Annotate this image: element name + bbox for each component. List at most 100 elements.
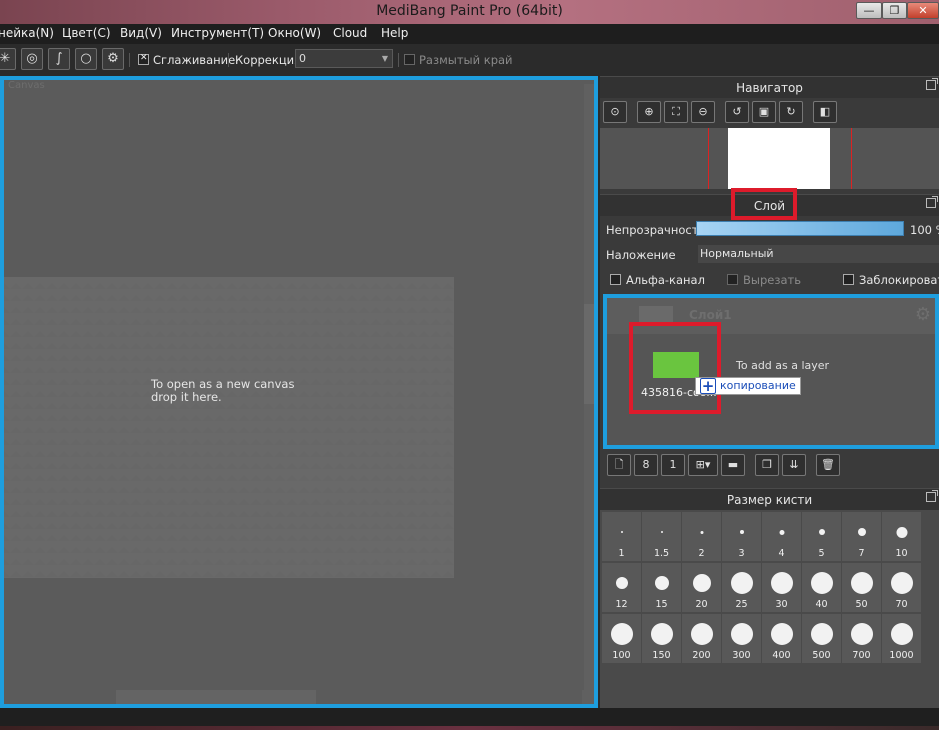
brush-size-cell[interactable]: 150 <box>642 614 681 663</box>
delete-layer-icon[interactable]: 🗑 <box>816 454 840 476</box>
brush-size-label: 40 <box>815 599 828 610</box>
rotate-left-icon[interactable]: ↺ <box>725 101 749 123</box>
brush-size-cell[interactable]: 7 <box>842 512 881 561</box>
brush-size-cell[interactable]: 500 <box>802 614 841 663</box>
brush-size-cell[interactable]: 25 <box>722 563 761 612</box>
brush-size-cell[interactable]: 400 <box>762 614 801 663</box>
concentric-icon[interactable]: ◎ <box>21 48 43 70</box>
navigator-title: Навигатор <box>736 81 803 95</box>
antialias-checkbox[interactable] <box>138 53 149 65</box>
blend-label: Наложение <box>606 248 676 262</box>
menu-item-help[interactable]: Help <box>381 26 408 40</box>
brush-size-panel-header: Размер кисти <box>600 488 939 510</box>
brush-size-cell[interactable]: 100 <box>602 614 641 663</box>
brush-size-dot <box>739 530 744 534</box>
brush-size-cell[interactable]: 5 <box>802 512 841 561</box>
opacity-slider[interactable] <box>696 221 904 236</box>
brush-size-cell[interactable]: 30 <box>762 563 801 612</box>
brush-size-cell[interactable]: 700 <box>842 614 881 663</box>
brush-size-cell[interactable]: 40 <box>802 563 841 612</box>
brush-size-label: 70 <box>895 599 908 610</box>
zoom-in-icon[interactable]: ⊕ <box>637 101 661 123</box>
brush-size-dot <box>857 528 866 536</box>
layer-name: Слой1 <box>689 308 732 322</box>
window-title: MediBang Paint Pro (64bit) <box>376 3 563 19</box>
canvas-drop-zone[interactable]: To open as a new canvas drop it here. <box>4 277 454 578</box>
brush-size-dot <box>770 572 793 594</box>
burst-icon[interactable]: ✳ <box>0 48 16 70</box>
clip-checkbox[interactable] <box>727 274 738 285</box>
brush-size-cell[interactable]: 200 <box>682 614 721 663</box>
brush-size-cell[interactable]: 15 <box>642 563 681 612</box>
menu-item-cloud[interactable]: Cloud <box>333 26 367 40</box>
new-layer-icon[interactable]: 🗋 <box>607 454 631 476</box>
canvas-tab[interactable]: Canvas <box>8 80 45 91</box>
menu-item-tool[interactable]: Инструмент(T) <box>171 26 264 40</box>
gear-icon[interactable]: ⚙ <box>915 304 931 325</box>
fit-screen-icon[interactable]: ⛶ <box>664 101 688 123</box>
brush-size-cell[interactable]: 1000 <box>882 614 921 663</box>
add-layer-menu-icon[interactable]: ⊞▾ <box>688 454 718 476</box>
brush-size-label: 25 <box>735 599 748 610</box>
minimize-button[interactable]: — <box>856 2 882 19</box>
brush-size-cell[interactable]: 2 <box>682 512 721 561</box>
navigator-preview[interactable] <box>600 128 939 189</box>
zoom-fit-icon[interactable]: ⊙ <box>603 101 627 123</box>
brush-size-cell[interactable]: 1 <box>602 512 641 561</box>
menu-item-color[interactable]: Цвет(C) <box>62 26 111 40</box>
brush-size-label: 1 <box>618 548 625 559</box>
brush-size-title: Размер кисти <box>726 493 813 507</box>
folder-icon[interactable]: ▬ <box>721 454 745 476</box>
menu-item-view[interactable]: Вид(V) <box>120 26 162 40</box>
brush-size-label: 12 <box>615 599 628 610</box>
brush-size-label: 30 <box>775 599 788 610</box>
opacity-value: 100 % <box>910 223 939 237</box>
brush-size-cell[interactable]: 20 <box>682 563 721 612</box>
brush-size-cell[interactable]: 3 <box>722 512 761 561</box>
brush-size-cell[interactable]: 4 <box>762 512 801 561</box>
brush-size-cell[interactable]: 70 <box>882 563 921 612</box>
scroll-corner <box>582 690 594 704</box>
popout-icon[interactable] <box>926 196 938 208</box>
scrollbar-thumb[interactable] <box>584 304 594 404</box>
duplicate-layer-icon[interactable]: ❐ <box>755 454 779 476</box>
close-button[interactable]: ✕ <box>907 2 939 19</box>
correction-select[interactable]: 0 ▼ <box>295 49 393 68</box>
brush-size-cell[interactable]: 12 <box>602 563 641 612</box>
new-1bit-layer-icon[interactable]: 1 <box>661 454 685 476</box>
navigator-viewport[interactable] <box>708 128 852 189</box>
zoom-out-icon[interactable]: ⊖ <box>691 101 715 123</box>
gear-icon[interactable]: ⚙ <box>102 48 124 70</box>
canvas-vertical-scrollbar[interactable] <box>584 84 594 704</box>
canvas-drop-hint-line2: drop it here. <box>151 390 222 404</box>
layer-list[interactable]: Слой1 ⚙ 435816-coo... To add as a layer … <box>603 294 939 449</box>
correction-label: Коррекция <box>235 53 302 67</box>
brush-size-cell[interactable]: 50 <box>842 563 881 612</box>
brush-size-dot <box>610 623 633 645</box>
lock-checkbox[interactable] <box>843 274 854 285</box>
rotate-right-icon[interactable]: ↻ <box>779 101 803 123</box>
brush-size-cell[interactable]: 300 <box>722 614 761 663</box>
brush-size-dot <box>654 576 669 590</box>
actual-size-icon[interactable]: ▣ <box>752 101 776 123</box>
popout-icon[interactable] <box>926 490 938 502</box>
blend-mode-select[interactable]: Нормальный <box>698 245 939 263</box>
brush-size-dot <box>810 623 833 645</box>
new-8bit-layer-icon[interactable]: 8 <box>634 454 658 476</box>
brush-size-dot <box>615 577 628 589</box>
canvas-area[interactable]: Canvas To open as a new canvas drop it h… <box>0 76 598 708</box>
merge-down-icon[interactable]: ⇊ <box>782 454 806 476</box>
brush-size-dot <box>730 572 753 594</box>
canvas-horizontal-scrollbar[interactable] <box>116 690 316 704</box>
maximize-button[interactable]: ❐ <box>882 2 907 19</box>
brush-size-cell[interactable]: 1.5 <box>642 512 681 561</box>
flip-icon[interactable]: ◧ <box>813 101 837 123</box>
curve-icon[interactable]: ∫ <box>48 48 70 70</box>
brush-size-cell[interactable]: 10 <box>882 512 921 561</box>
ring-icon[interactable]: ○ <box>75 48 97 70</box>
popout-icon[interactable] <box>926 78 938 90</box>
alpha-checkbox[interactable] <box>610 274 621 285</box>
blur-edge-checkbox[interactable] <box>404 54 415 65</box>
menu-item-window[interactable]: Окно(W) <box>268 26 321 40</box>
menu-item-layer[interactable]: нейка(N) <box>0 26 54 40</box>
